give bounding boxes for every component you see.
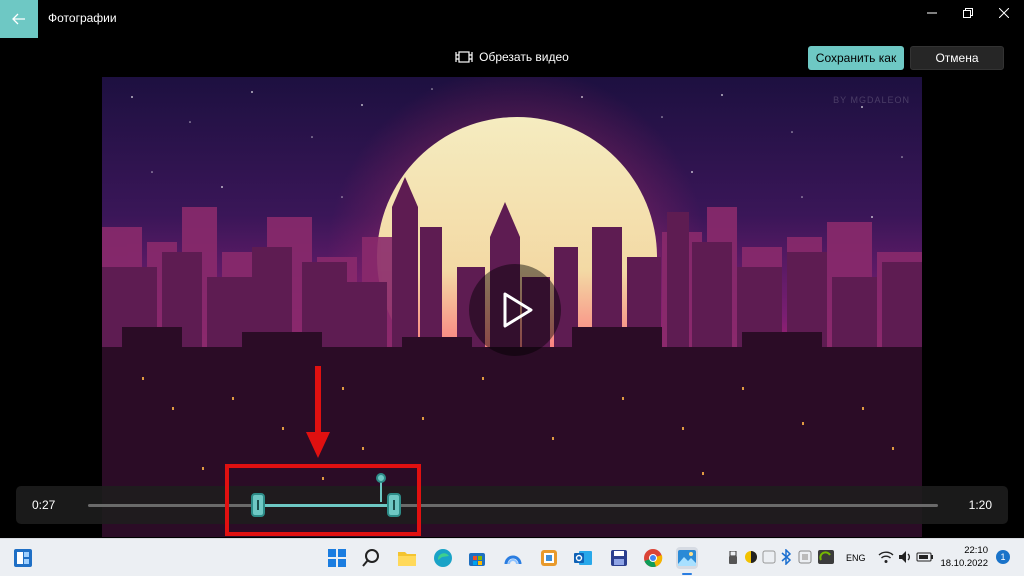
play-button[interactable]	[469, 264, 561, 356]
start-time-label: 0:27	[32, 498, 56, 512]
store-icon	[469, 553, 485, 566]
battery-icon[interactable]	[916, 550, 934, 564]
language-indicator[interactable]: ENG	[846, 553, 866, 563]
file-explorer-button[interactable]	[396, 547, 418, 569]
norton-tray-icon[interactable]	[744, 550, 758, 564]
active-app-indicator	[682, 573, 692, 575]
widgets-button[interactable]	[12, 547, 34, 569]
clock-time: 22:10	[964, 545, 988, 556]
chrome-icon	[644, 549, 663, 568]
search-icon	[362, 549, 379, 567]
play-icon	[503, 292, 533, 328]
trim-video-title: Обрезать видео	[479, 50, 569, 64]
cloud-app-button[interactable]	[502, 547, 524, 569]
taskbar: ENG 22:10 18.10.2022 1	[0, 538, 1024, 576]
save-as-button[interactable]: Сохранить как	[808, 46, 904, 70]
usb-tray-icon[interactable]	[728, 551, 738, 565]
nvidia-tray-icon[interactable]	[818, 550, 834, 564]
photos-button[interactable]	[676, 547, 698, 569]
highlight-annotation-box	[225, 464, 421, 536]
chrome-button[interactable]	[642, 547, 664, 569]
notification-badge[interactable]: 1	[996, 550, 1010, 564]
end-time-label: 1:20	[968, 498, 992, 512]
trim-timeline: 0:27 1:20	[16, 473, 1008, 524]
minimize-icon	[927, 12, 937, 14]
store-button[interactable]	[466, 547, 488, 569]
clock-date: 18.10.2022	[940, 558, 988, 569]
edge-button[interactable]	[432, 547, 454, 569]
down-arrow-annotation-icon	[306, 366, 330, 458]
video-watermark: BY MGDALEON	[833, 95, 910, 105]
restore-button[interactable]	[950, 0, 986, 26]
trim-video-icon	[455, 51, 473, 63]
security-app-button[interactable]	[538, 547, 560, 569]
photos-app-window: Фотографии Обрезать видео Сохранить как …	[0, 0, 1024, 576]
network-app-tray-icon[interactable]	[798, 550, 812, 564]
save-app-icon	[611, 550, 627, 566]
cancel-button[interactable]: Отмена	[910, 46, 1004, 70]
minimize-button[interactable]	[914, 0, 950, 26]
start-icon	[328, 549, 346, 567]
outlook-button[interactable]	[572, 547, 594, 569]
bluetooth-icon[interactable]	[780, 549, 792, 565]
file-explorer-icon	[398, 552, 416, 566]
search-button[interactable]	[360, 547, 382, 569]
title-bar: Фотографии	[0, 0, 1024, 38]
save-app-button[interactable]	[608, 547, 630, 569]
restore-icon	[963, 8, 973, 18]
edge-icon	[434, 549, 452, 567]
back-button[interactable]	[0, 0, 38, 38]
security-app-icon	[541, 550, 557, 566]
back-arrow-icon	[12, 13, 25, 25]
close-icon	[999, 8, 1009, 18]
cloud-app-icon	[504, 555, 522, 565]
photos-icon	[678, 550, 696, 566]
volume-icon[interactable]	[898, 550, 914, 564]
app-tray-icon[interactable]	[762, 550, 776, 564]
start-button[interactable]	[326, 547, 348, 569]
wifi-icon[interactable]	[878, 550, 894, 564]
widgets-icon	[14, 549, 32, 567]
clock[interactable]: 22:10 18.10.2022	[936, 544, 988, 570]
app-title: Фотографии	[48, 11, 117, 25]
outlook-icon	[574, 551, 592, 565]
close-button[interactable]	[986, 0, 1022, 26]
timeline-track[interactable]	[88, 504, 938, 507]
